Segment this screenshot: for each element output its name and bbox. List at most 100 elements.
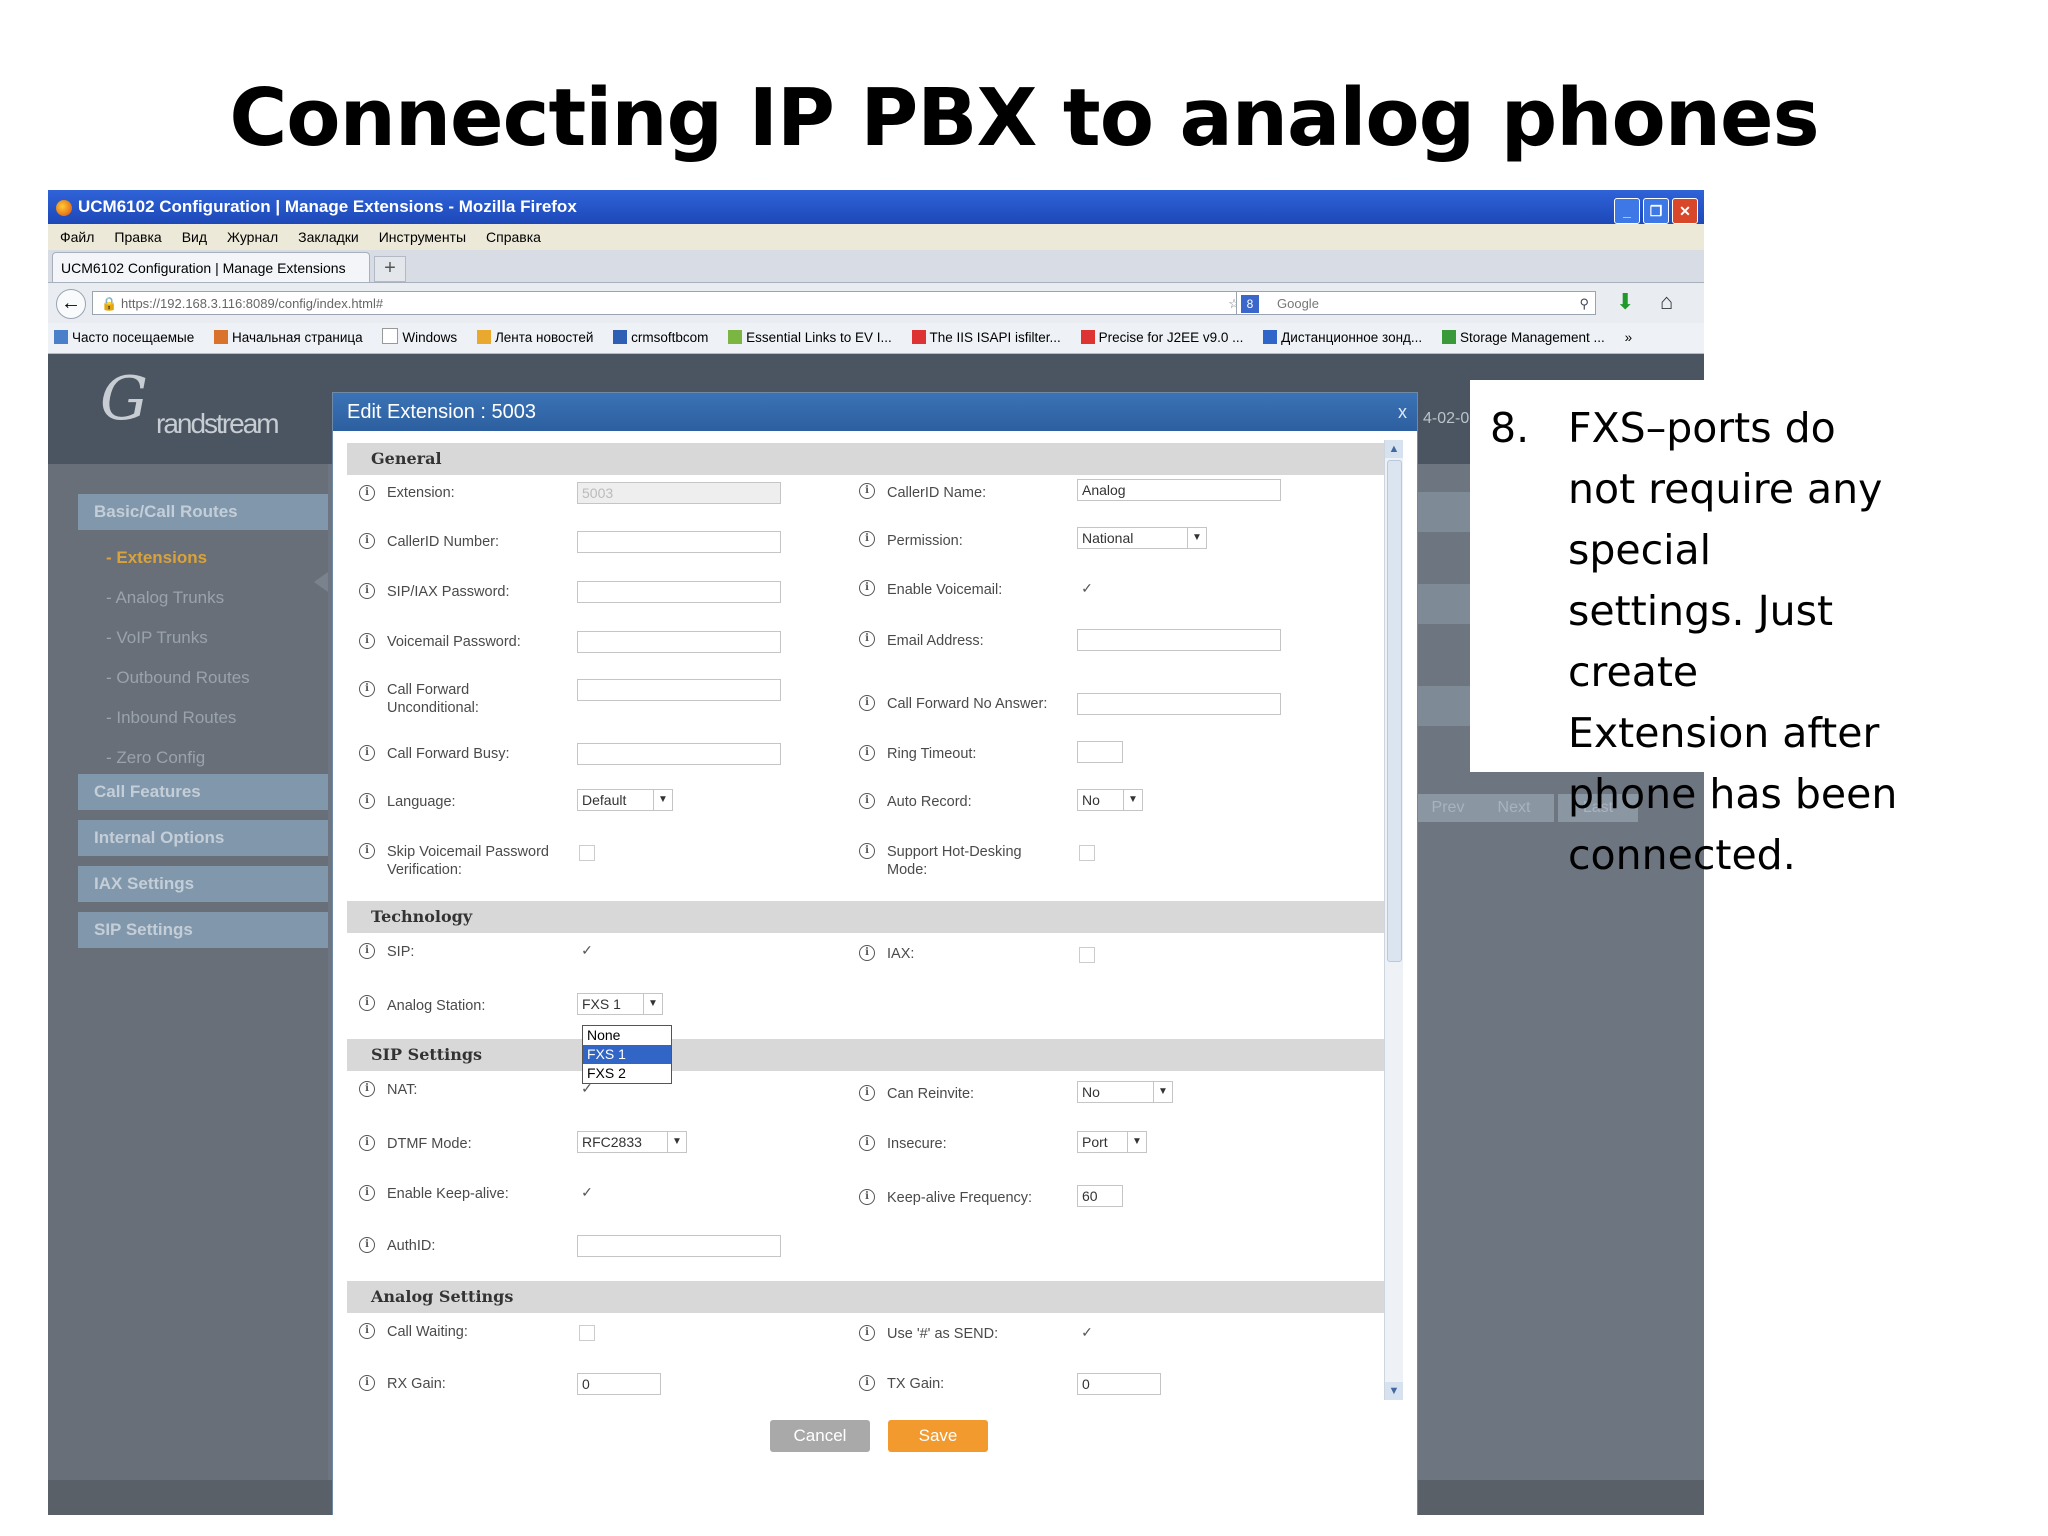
- info-icon[interactable]: i: [859, 695, 875, 711]
- bookmark-item[interactable]: Precise for J2EE v9.0 ...: [1080, 323, 1243, 353]
- maximize-button[interactable]: ❐: [1643, 198, 1669, 224]
- info-icon[interactable]: i: [859, 793, 875, 809]
- rx-gain-field[interactable]: 0: [577, 1373, 661, 1395]
- hash-send-checkbox[interactable]: ✓: [1079, 1325, 1095, 1341]
- info-icon[interactable]: i: [359, 943, 375, 959]
- bookmark-item[interactable]: Storage Management ...: [1441, 323, 1605, 353]
- menu-file[interactable]: Файл: [60, 229, 94, 245]
- info-icon[interactable]: i: [359, 583, 375, 599]
- bookmarks-more[interactable]: »: [1625, 323, 1633, 353]
- sip-password-field[interactable]: [577, 581, 781, 603]
- dialog-scrollbar[interactable]: ▲ ▼: [1384, 440, 1403, 1400]
- keep-alive-checkbox[interactable]: ✓: [579, 1185, 595, 1201]
- info-icon[interactable]: i: [359, 1135, 375, 1151]
- cf-busy-field[interactable]: [577, 743, 781, 765]
- bookmark-item[interactable]: crmsoftbcom: [613, 323, 708, 353]
- email-field[interactable]: [1077, 629, 1281, 651]
- menu-history[interactable]: Журнал: [227, 229, 278, 245]
- cf-unconditional-field[interactable]: [577, 679, 781, 701]
- bookmark-item[interactable]: Лента новостей: [476, 323, 593, 353]
- dtmf-mode-select[interactable]: RFC2833 ▼: [577, 1131, 687, 1153]
- sidebar-head-sip-settings[interactable]: SIP Settings: [78, 912, 328, 948]
- menu-help[interactable]: Справка: [486, 229, 541, 245]
- info-icon[interactable]: i: [359, 745, 375, 761]
- search-icon[interactable]: ⚲: [1579, 292, 1589, 316]
- info-icon[interactable]: i: [359, 485, 375, 501]
- bookmark-item[interactable]: The IIS ISAPI isfilter...: [911, 323, 1061, 353]
- home-icon[interactable]: ⌂: [1660, 289, 1673, 315]
- sidebar-item-voip-trunks[interactable]: - VoIP Trunks: [106, 628, 208, 648]
- menu-view[interactable]: Вид: [182, 229, 207, 245]
- info-icon[interactable]: i: [859, 580, 875, 596]
- cf-no-answer-field[interactable]: [1077, 693, 1281, 715]
- language-select[interactable]: Default ▼: [577, 789, 673, 811]
- cancel-button[interactable]: Cancel: [770, 1420, 870, 1452]
- dropdown-option-fxs2[interactable]: FXS 2: [583, 1064, 671, 1083]
- info-icon[interactable]: i: [859, 1135, 875, 1151]
- menu-edit[interactable]: Правка: [114, 229, 161, 245]
- pager-next[interactable]: Next: [1474, 794, 1554, 822]
- info-icon[interactable]: i: [859, 1375, 875, 1391]
- bookmark-item[interactable]: Начальная страница: [214, 323, 363, 353]
- sidebar-head-internal-options[interactable]: Internal Options: [78, 820, 328, 856]
- info-icon[interactable]: i: [359, 681, 375, 697]
- dropdown-option-none[interactable]: None: [583, 1026, 671, 1045]
- sip-checkbox[interactable]: ✓: [579, 943, 595, 959]
- sidebar-head-basic-call-routes[interactable]: Basic/Call Routes: [78, 494, 328, 530]
- info-icon[interactable]: i: [359, 1323, 375, 1339]
- skip-vm-checkbox[interactable]: [579, 845, 595, 861]
- keep-alive-freq-field[interactable]: 60: [1077, 1185, 1123, 1207]
- sidebar-item-inbound-routes[interactable]: - Inbound Routes: [106, 708, 236, 728]
- info-icon[interactable]: i: [359, 1081, 375, 1097]
- auto-record-select[interactable]: No ▼: [1077, 789, 1143, 811]
- callerid-name-field[interactable]: Analog: [1077, 479, 1281, 501]
- info-icon[interactable]: i: [859, 1325, 875, 1341]
- minimize-button[interactable]: _: [1614, 198, 1640, 224]
- hot-desking-checkbox[interactable]: [1079, 845, 1095, 861]
- info-icon[interactable]: i: [859, 843, 875, 859]
- info-icon[interactable]: i: [859, 745, 875, 761]
- info-icon[interactable]: i: [859, 945, 875, 961]
- enable-voicemail-checkbox[interactable]: ✓: [1079, 581, 1095, 597]
- bookmark-item[interactable]: Windows: [382, 323, 457, 353]
- bookmark-item[interactable]: Часто посещаемые: [54, 323, 194, 353]
- permission-select[interactable]: National ▼: [1077, 527, 1207, 549]
- back-arrow-icon[interactable]: ←: [56, 289, 86, 319]
- sidebar-item-zero-config[interactable]: - Zero Config: [106, 748, 205, 768]
- info-icon[interactable]: i: [359, 533, 375, 549]
- sidebar-item-analog-trunks[interactable]: - Analog Trunks: [106, 588, 224, 608]
- sidebar-item-outbound-routes[interactable]: - Outbound Routes: [106, 668, 250, 688]
- sidebar-head-call-features[interactable]: Call Features: [78, 774, 328, 810]
- info-icon[interactable]: i: [859, 1189, 875, 1205]
- sidebar-head-iax-settings[interactable]: IAX Settings: [78, 866, 328, 902]
- close-window-button[interactable]: ✕: [1672, 198, 1698, 224]
- can-reinvite-select[interactable]: No ▼: [1077, 1081, 1173, 1103]
- bookmark-item[interactable]: Дистанционное зонд...: [1263, 323, 1422, 353]
- info-icon[interactable]: i: [859, 483, 875, 499]
- menu-bookmarks[interactable]: Закладки: [298, 229, 359, 245]
- info-icon[interactable]: i: [859, 1085, 875, 1101]
- tx-gain-field[interactable]: 0: [1077, 1373, 1161, 1395]
- url-bar[interactable]: 🔒 https://192.168.3.116:8089/config/inde…: [92, 291, 1272, 315]
- callerid-number-field[interactable]: [577, 531, 781, 553]
- info-icon[interactable]: i: [359, 995, 375, 1011]
- scroll-up-icon[interactable]: ▲: [1385, 440, 1403, 458]
- search-engine-icon[interactable]: 8: [1241, 295, 1259, 313]
- ring-timeout-field[interactable]: [1077, 741, 1123, 763]
- info-icon[interactable]: i: [859, 531, 875, 547]
- scrollbar-thumb[interactable]: [1387, 460, 1402, 962]
- call-waiting-checkbox[interactable]: [579, 1325, 595, 1341]
- new-tab-button[interactable]: +: [374, 256, 406, 282]
- info-icon[interactable]: i: [859, 631, 875, 647]
- sidebar-item-extensions[interactable]: - Extensions: [106, 548, 207, 568]
- search-box[interactable]: 8 Google ⚲: [1236, 291, 1596, 315]
- scroll-down-icon[interactable]: ▼: [1385, 1382, 1403, 1400]
- info-icon[interactable]: i: [359, 1375, 375, 1391]
- info-icon[interactable]: i: [359, 1185, 375, 1201]
- pager-prev[interactable]: Prev: [1418, 794, 1478, 822]
- insecure-select[interactable]: Port ▼: [1077, 1131, 1147, 1153]
- menu-tools[interactable]: Инструменты: [379, 229, 466, 245]
- authid-field[interactable]: [577, 1235, 781, 1257]
- info-icon[interactable]: i: [359, 843, 375, 859]
- dialog-close-icon[interactable]: x: [1398, 393, 1407, 431]
